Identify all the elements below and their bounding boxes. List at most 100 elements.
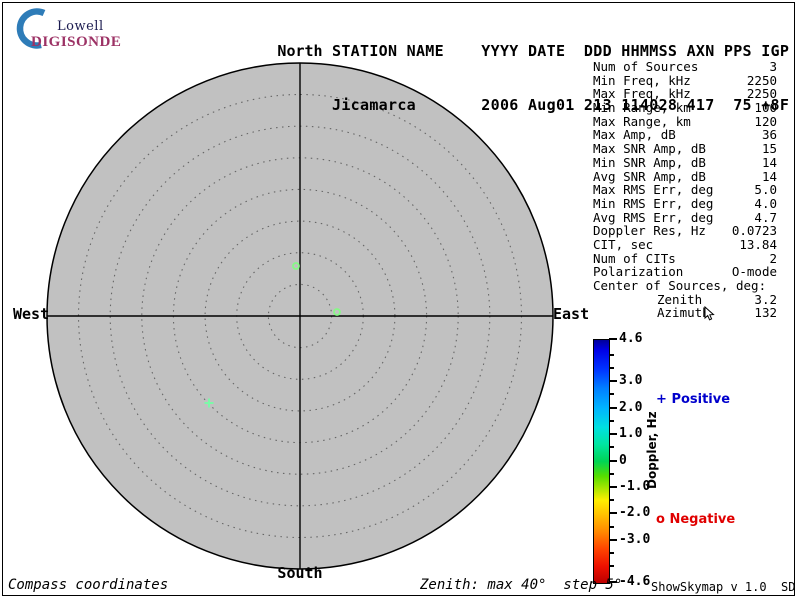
stat-label: Max SNR Amp, dB: [593, 141, 706, 157]
stat-value: 15: [761, 141, 777, 157]
stat-row: Max Range, km 120: [593, 115, 777, 129]
stat-label: Avg SNR Amp, dB: [593, 168, 706, 184]
colorbar-tick-label: 2.0: [619, 399, 643, 415]
colorbar-tick: [609, 485, 617, 488]
stat-row: Min SNR Amp, dB 14: [593, 156, 777, 170]
stat-row: Num of CITs 2: [593, 250, 777, 266]
mouse-cursor-icon: [704, 306, 715, 321]
stat-value: 14: [761, 154, 777, 170]
stat-label: Max RMS Err, deg: [593, 182, 714, 198]
colorbar-tick: [609, 472, 614, 475]
colorbar-tick: [609, 393, 614, 396]
measurement-stats-panel: Num of Sources 3 Min Freq, kHz 2250 Max Freq…: [593, 60, 777, 320]
stat-label: Num of Sources: [593, 59, 699, 74]
stat-row: Doppler Res, Hz 0.0723: [593, 224, 777, 238]
colorbar-tick: [609, 446, 614, 449]
stat-label: Min Range, km: [593, 100, 691, 116]
colorbar-tick: [609, 433, 617, 436]
colorbar-tick: [609, 338, 617, 340]
stat-value: 4.0: [754, 195, 777, 211]
colorbar-tick-label: 0: [619, 452, 627, 468]
colorbar-tick-label: -2.0: [619, 505, 651, 521]
colorbar-tick: [609, 565, 614, 568]
colorbar-tick: [609, 525, 614, 528]
stat-label: Polarization: [593, 264, 684, 280]
stat-row: Zenith 3.2: [593, 291, 777, 307]
zenith-scale-label: Zenith: max 40° step 5°: [420, 577, 623, 593]
colorbar-tick: [609, 406, 617, 409]
doppler-colorbar: [593, 339, 610, 584]
legend-positive: + Positive: [656, 392, 730, 407]
stat-row: Min Freq, kHz 2250: [593, 72, 777, 88]
stat-label: Azimuth: [657, 305, 710, 321]
stat-label: Center of Sources, deg:: [593, 278, 767, 293]
stat-value: 3.2: [754, 291, 777, 307]
colorbar-tick: [609, 459, 617, 462]
stat-value: 3: [769, 59, 777, 74]
stat-value: 132: [754, 305, 777, 321]
colorbar-tick-label: 4.6: [619, 331, 643, 346]
colorbar-tick: [609, 499, 614, 502]
stat-label: CIT, sec: [593, 236, 654, 252]
colorbar-tick: [609, 353, 614, 356]
colorbar-tick-label: 1.0: [619, 426, 643, 442]
stat-label: Avg RMS Err, deg: [593, 209, 714, 225]
stat-value: 0.0723: [731, 223, 777, 239]
stat-value: 120: [754, 113, 777, 129]
stat-row: Max Freq, kHz 2250: [593, 87, 777, 101]
stat-row: Min Range, km 100: [593, 101, 777, 115]
colorbar-tick-label: -3.0: [619, 531, 651, 547]
colorbar-tick: [609, 367, 614, 370]
stat-value: 13.84: [739, 236, 777, 252]
legend-negative: o Negative: [656, 512, 735, 527]
stat-row: CIT, sec 13.84: [593, 238, 777, 252]
stat-row: Num of Sources 3: [593, 60, 777, 74]
legend-positive-label: Positive: [671, 392, 731, 407]
stat-row: Min RMS Err, deg 4.0: [593, 197, 777, 211]
colorbar-tick: [609, 538, 617, 541]
colorbar-tick-label: -4.6: [619, 574, 651, 589]
legend-negative-label: Negative: [669, 512, 736, 527]
stat-label: Doppler Res, Hz: [593, 223, 706, 239]
stat-value: 2250: [746, 86, 777, 102]
stat-row: Azimuth 132: [593, 306, 777, 320]
stat-row: Center of Sources, deg:: [593, 279, 777, 293]
stat-row: Max SNR Amp, dB 15: [593, 142, 777, 156]
east-label: East: [553, 305, 590, 323]
version-label: ShowSkymap v 1.0 SD v 4.2: [651, 580, 796, 594]
stat-value: 5.0: [754, 182, 777, 198]
stat-value: 2250: [746, 72, 777, 88]
stat-value: O-mode: [731, 264, 777, 280]
colorbar-tick: [609, 419, 614, 422]
colorbar-tick: [609, 380, 617, 383]
logo-lowell-text: Lowell: [57, 19, 104, 34]
stat-row: Max RMS Err, deg 5.0: [593, 183, 777, 197]
stat-label: Max Range, km: [593, 113, 691, 129]
stat-label: Min Freq, kHz: [593, 72, 691, 88]
stat-value: 14: [761, 168, 777, 184]
stat-row: Avg RMS Err, deg 4.7: [593, 209, 777, 225]
showskymap-window: { "logo": { "lowell": "Lowell", "digison…: [0, 0, 800, 600]
plus-marker-icon: +: [656, 392, 667, 407]
stat-label: Num of CITs: [593, 250, 676, 266]
stat-row: Max Amp, dB 36: [593, 128, 777, 142]
stat-row: Polarization O-mode: [593, 265, 777, 279]
stat-label: Zenith: [657, 291, 703, 307]
stat-label: Min SNR Amp, dB: [593, 154, 706, 170]
coordinates-mode-label: Compass coordinates: [8, 577, 169, 593]
north-label: North: [277, 42, 323, 60]
stat-label: Min RMS Err, deg: [593, 195, 714, 211]
colorbar-axis-title: Doppler, Hz: [645, 411, 659, 489]
west-label: West: [13, 305, 50, 323]
stat-row: Avg SNR Amp, dB 14: [593, 168, 777, 184]
stat-label: Max Amp, dB: [593, 127, 676, 143]
stat-value: 2: [769, 250, 777, 266]
stat-label: Max Freq, kHz: [593, 86, 691, 102]
stat-value: 36: [761, 127, 777, 143]
stat-value: 100: [754, 100, 777, 116]
circle-marker-icon: o: [656, 512, 665, 527]
stat-value: 4.7: [754, 209, 777, 225]
colorbar-tick: [609, 551, 614, 554]
colorbar-tick: [609, 512, 617, 515]
colorbar-tick-label: 3.0: [619, 373, 643, 389]
